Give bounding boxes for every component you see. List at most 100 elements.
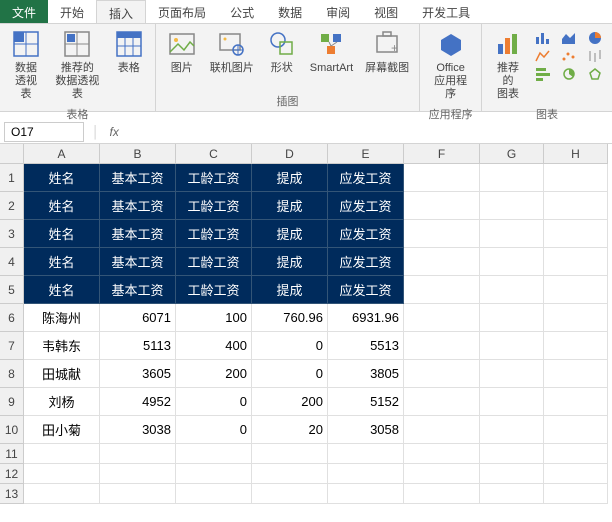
cell[interactable]: 提成	[252, 220, 328, 248]
recommended-pivot-button[interactable]: 推荐的 数据透视表	[50, 26, 105, 104]
cell[interactable]: 应发工资	[328, 220, 404, 248]
cell[interactable]: 提成	[252, 164, 328, 192]
cell[interactable]	[404, 444, 480, 464]
office-apps-button[interactable]: Office 应用程序	[426, 26, 475, 104]
cell[interactable]	[100, 444, 176, 464]
cell[interactable]: 100	[176, 304, 252, 332]
cell[interactable]	[544, 360, 608, 388]
cell[interactable]: 5113	[100, 332, 176, 360]
row-header-9[interactable]: 9	[0, 388, 24, 416]
pie-chart-icon[interactable]	[586, 30, 604, 46]
cell[interactable]	[328, 484, 404, 504]
cell[interactable]	[480, 332, 544, 360]
fx-button[interactable]: fx	[104, 125, 125, 139]
cell[interactable]	[404, 164, 480, 192]
cell[interactable]	[24, 444, 100, 464]
cell[interactable]: 韦韩东	[24, 332, 100, 360]
cell[interactable]	[544, 464, 608, 484]
line-chart-icon[interactable]	[534, 48, 552, 64]
cell[interactable]: 基本工资	[100, 220, 176, 248]
row-header-13[interactable]: 13	[0, 484, 24, 504]
table-button[interactable]: 表格	[109, 26, 149, 104]
cell[interactable]: 760.96	[252, 304, 328, 332]
other-chart-icon[interactable]	[560, 66, 578, 82]
cell[interactable]: 工龄工资	[176, 164, 252, 192]
cell[interactable]: 0	[252, 360, 328, 388]
cell[interactable]: 400	[176, 332, 252, 360]
row-header-1[interactable]: 1	[0, 164, 24, 192]
row-header-8[interactable]: 8	[0, 360, 24, 388]
cell[interactable]: 3805	[328, 360, 404, 388]
cell[interactable]: 提成	[252, 192, 328, 220]
cell[interactable]	[544, 192, 608, 220]
cell[interactable]	[24, 464, 100, 484]
cell[interactable]: 工龄工资	[176, 220, 252, 248]
cell[interactable]	[404, 304, 480, 332]
cell[interactable]: 姓名	[24, 192, 100, 220]
cell[interactable]	[544, 276, 608, 304]
cell[interactable]: 陈海州	[24, 304, 100, 332]
cell[interactable]: 姓名	[24, 164, 100, 192]
cell[interactable]	[100, 484, 176, 504]
cell[interactable]	[252, 444, 328, 464]
tab-insert[interactable]: 插入	[96, 0, 146, 23]
cell[interactable]	[328, 464, 404, 484]
stock-chart-icon[interactable]	[586, 48, 604, 64]
cell[interactable]	[480, 276, 544, 304]
cell[interactable]	[404, 464, 480, 484]
cell[interactable]	[480, 220, 544, 248]
row-header-12[interactable]: 12	[0, 464, 24, 484]
col-header-G[interactable]: G	[480, 144, 544, 164]
col-header-F[interactable]: F	[404, 144, 480, 164]
row-header-2[interactable]: 2	[0, 192, 24, 220]
cell[interactable]	[544, 388, 608, 416]
cell[interactable]	[252, 464, 328, 484]
cell[interactable]	[404, 388, 480, 416]
cell[interactable]: 刘杨	[24, 388, 100, 416]
cell[interactable]: 6931.96	[328, 304, 404, 332]
cell[interactable]: 6071	[100, 304, 176, 332]
cell[interactable]: 20	[252, 416, 328, 444]
cell[interactable]: 5513	[328, 332, 404, 360]
cell[interactable]	[480, 444, 544, 464]
cell[interactable]: 基本工资	[100, 276, 176, 304]
cell[interactable]: 工龄工资	[176, 276, 252, 304]
cell[interactable]: 姓名	[24, 276, 100, 304]
pivot-table-button[interactable]: 数据 透视表	[6, 26, 46, 104]
bar-chart-icon[interactable]	[534, 66, 552, 82]
cell[interactable]	[480, 416, 544, 444]
row-header-4[interactable]: 4	[0, 248, 24, 276]
cell[interactable]	[480, 164, 544, 192]
row-header-7[interactable]: 7	[0, 332, 24, 360]
row-header-3[interactable]: 3	[0, 220, 24, 248]
cell[interactable]	[544, 164, 608, 192]
cell[interactable]: 工龄工资	[176, 248, 252, 276]
cell[interactable]	[404, 484, 480, 504]
cell[interactable]	[404, 416, 480, 444]
row-header-5[interactable]: 5	[0, 276, 24, 304]
cell[interactable]: 5152	[328, 388, 404, 416]
screenshot-button[interactable]: + 屏幕截图	[361, 26, 413, 77]
smartart-button[interactable]: SmartArt	[306, 26, 357, 77]
scatter-chart-icon[interactable]	[560, 48, 578, 64]
tab-formulas[interactable]: 公式	[218, 0, 266, 23]
cell[interactable]: 4952	[100, 388, 176, 416]
cell[interactable]	[176, 444, 252, 464]
cell[interactable]: 姓名	[24, 248, 100, 276]
cell[interactable]	[100, 464, 176, 484]
row-header-6[interactable]: 6	[0, 304, 24, 332]
cell[interactable]	[480, 484, 544, 504]
cell[interactable]: 应发工资	[328, 248, 404, 276]
cell[interactable]: 基本工资	[100, 192, 176, 220]
cell[interactable]	[176, 484, 252, 504]
cell[interactable]	[252, 484, 328, 504]
cell[interactable]	[480, 248, 544, 276]
cell[interactable]: 应发工资	[328, 192, 404, 220]
cell[interactable]	[404, 248, 480, 276]
cell[interactable]	[480, 360, 544, 388]
row-header-11[interactable]: 11	[0, 444, 24, 464]
tab-data[interactable]: 数据	[266, 0, 314, 23]
cell[interactable]: 3605	[100, 360, 176, 388]
cell[interactable]	[176, 464, 252, 484]
cell[interactable]	[544, 304, 608, 332]
